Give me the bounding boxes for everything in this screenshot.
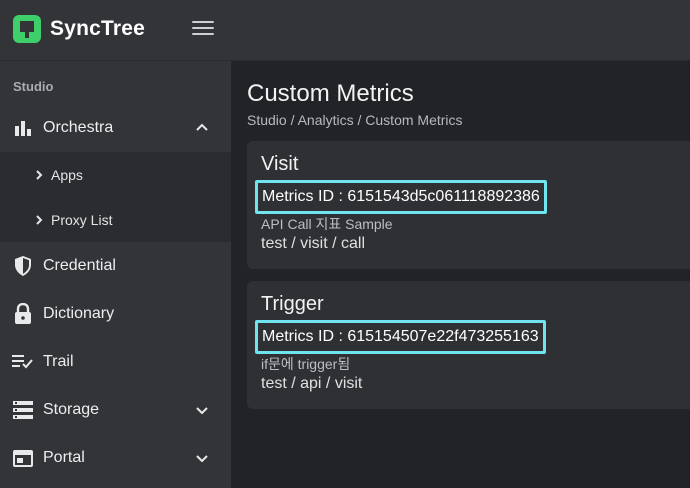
bar-chart-icon — [12, 117, 34, 139]
browser-window-icon — [12, 447, 34, 469]
card-path: test / visit / call — [261, 235, 366, 252]
sidebar-item-label: Credential — [43, 257, 116, 274]
sidebar-item-credential[interactable]: Credential — [0, 243, 231, 289]
sidebar-item-trail[interactable]: Trail — [0, 339, 231, 385]
sidebar-subitem-label: Proxy List — [51, 211, 113, 228]
synctree-logo-icon — [13, 15, 41, 43]
brand[interactable]: SyncTree — [12, 14, 145, 44]
sidebar-subitem-proxy-list[interactable]: Proxy List — [0, 197, 231, 242]
sidebar-item-label: Storage — [43, 401, 100, 418]
sidebar-item-label: Portal — [43, 449, 85, 466]
main-content: Custom Metrics Studio / Analytics / Cust… — [231, 61, 690, 488]
metric-id-highlight: Metrics ID : 6151543d5c061118892386 — [255, 180, 547, 214]
sidebar-subitem-apps[interactable]: Apps — [0, 152, 231, 197]
card-title: Visit — [261, 153, 299, 175]
sidebar-item-label: Orchestra — [43, 119, 114, 136]
metric-id: Metrics ID : 6151543d5c061118892386 — [262, 188, 540, 205]
metric-card-trigger[interactable]: Trigger Metrics ID : 615154507e22f473255… — [247, 281, 690, 409]
sidebar-item-storage[interactable]: Storage — [0, 387, 231, 433]
orchestra-submenu: Apps Proxy List — [0, 152, 231, 242]
sidebar-subitem-label: Apps — [51, 166, 83, 183]
list-check-icon — [12, 351, 34, 373]
menu-toggle-icon[interactable] — [192, 21, 214, 39]
card-description: API Call 지표 Sample — [261, 216, 393, 232]
chevron-down-icon[interactable] — [194, 450, 210, 466]
shield-icon — [12, 255, 34, 277]
sidebar-item-orchestra[interactable]: Orchestra — [0, 105, 231, 151]
storage-icon — [12, 399, 34, 421]
page-title: Custom Metrics — [247, 80, 414, 107]
card-path: test / api / visit — [261, 375, 363, 392]
top-header: SyncTree — [0, 0, 690, 61]
chevron-down-icon[interactable] — [194, 402, 210, 418]
sidebar-item-portal[interactable]: Portal — [0, 435, 231, 481]
sidebar-item-label: Trail — [43, 353, 74, 370]
metric-id: Metrics ID : 615154507e22f473255163 — [262, 328, 539, 345]
breadcrumb: Studio / Analytics / Custom Metrics — [247, 112, 463, 128]
sidebar-item-label: Dictionary — [43, 305, 115, 322]
sidebar-item-dictionary[interactable]: Dictionary — [0, 291, 231, 337]
app-name: SyncTree — [50, 17, 145, 40]
metric-id-highlight: Metrics ID : 615154507e22f473255163 — [255, 320, 546, 354]
chevron-right-icon — [36, 169, 43, 180]
chevron-right-icon — [36, 214, 43, 225]
chevron-up-icon[interactable] — [194, 120, 210, 136]
lock-icon — [12, 303, 34, 325]
card-description: if문에 trigger됨 — [261, 356, 351, 372]
card-title: Trigger — [261, 293, 324, 315]
sidebar: Studio Orchestra Apps Proxy List Credent… — [0, 61, 231, 488]
metric-card-visit[interactable]: Visit Metrics ID : 6151543d5c06111889238… — [247, 141, 690, 269]
sidebar-section-label: Studio — [13, 79, 54, 94]
